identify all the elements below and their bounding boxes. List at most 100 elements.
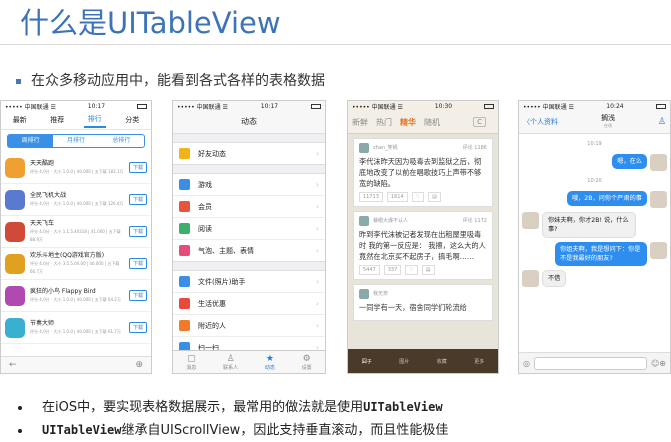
- message-bubble: 你姐夫啊，我是想问下：你是不是我最好的朋友?: [555, 242, 647, 266]
- download-button[interactable]: 下载: [128, 226, 147, 237]
- list-item[interactable]: 欢乐斗地主(QQ游戏官方版) 评分 4.0分 · 大小 3.5.5.00.00 |…: [1, 248, 151, 280]
- download-button[interactable]: 下载: [128, 162, 147, 173]
- refresh-icon[interactable]: C: [473, 117, 486, 127]
- slide-title: 什么是UITableView: [20, 6, 281, 40]
- thumbs-up-button[interactable]: 5447: [359, 265, 380, 275]
- add-icon[interactable]: ⊕: [659, 359, 666, 368]
- app-info: 欢乐斗地主(QQ游戏官方版) 评分 4.0分 · 大小 3.5.5.00.00 |…: [30, 252, 129, 276]
- message-list: 10:19 嗯，在么 10:20 哦，2B，问你个严肃的事 你妹夫啊，你才2B! 说，什…: [519, 141, 670, 287]
- emoji-icon[interactable]: ☺: [651, 359, 659, 368]
- list-item[interactable]: 节奏大师 评分 4.0分 · 大小 1.0.0 | 40.000 | 五下载 61…: [1, 312, 151, 344]
- table-row[interactable]: 好友动态 ›: [173, 143, 325, 164]
- tab-hot[interactable]: 热门: [376, 117, 392, 128]
- app-meta: 评分 4.0分 · 大小 1.1.5.40318 | 41.000 | 五下载 …: [30, 228, 121, 242]
- carrier-text: ••••• 中国联通 ☰: [177, 103, 228, 111]
- tab-messages[interactable]: ▢ 消息: [186, 354, 196, 371]
- message-row: 不借: [522, 270, 667, 287]
- segment-total[interactable]: 总排行: [99, 135, 144, 147]
- table-row[interactable]: 游戏 ›: [173, 174, 325, 196]
- tab-latest[interactable]: 最新: [9, 113, 31, 127]
- app-name: 欢乐斗地主(QQ游戏官方版): [30, 251, 105, 259]
- tab-random[interactable]: 随机: [424, 117, 440, 128]
- feed-card[interactable]: 暴眼大爆不认人 评论 1172 昨到李代沫被记者发现在出租屋里吸毒时 我的第一反应是…: [353, 211, 493, 280]
- comment-icon[interactable]: ▤: [421, 265, 435, 275]
- thumbs-down-button[interactable]: 337: [383, 265, 402, 275]
- tab-featured[interactable]: 精华: [400, 117, 416, 128]
- tab-favorites[interactable]: 收藏: [437, 358, 447, 365]
- list-item[interactable]: 天天飞车 评分 4.0分 · 大小 1.1.5.40318 | 41.000 | …: [1, 216, 151, 248]
- tab-label: 设置: [301, 364, 312, 371]
- download-circle-icon[interactable]: ⊕: [135, 360, 143, 370]
- table-section-1: 好友动态 ›: [173, 142, 325, 165]
- list-item[interactable]: 全民飞机大战 评分 4.0分 · 大小 1.0.0 | 40.000 | 五下载 …: [1, 184, 151, 216]
- feed-card[interactable]: 我无奈 一同学有一天，宿舍同学们轮流给: [353, 284, 493, 321]
- app-name: 节奏大师: [30, 319, 55, 327]
- tab-settings[interactable]: ⚙ 设置: [302, 354, 312, 371]
- card-user: 我无奈: [373, 291, 389, 297]
- timestamp: 10:19: [587, 141, 602, 147]
- table-row[interactable]: 文件(照片)助手 ›: [173, 271, 325, 293]
- list-item[interactable]: 天天酷跑 评分 4.0分 · 大小 1.0.0 | 40.000 | 五下载 18…: [1, 152, 151, 184]
- card-actions: 5447 337 ♡ ▤: [359, 265, 487, 275]
- table-row[interactable]: 附近的人 ›: [173, 315, 325, 337]
- download-button[interactable]: 下载: [128, 194, 147, 205]
- back-arrow-icon[interactable]: ←: [9, 360, 17, 370]
- comment-icon[interactable]: ▤: [428, 192, 441, 202]
- message-row: 你妹夫啊，你才2B! 说，什么事?: [522, 212, 667, 238]
- status-bar: ••••• 中国联通 ☰ 10:24: [519, 101, 670, 111]
- chevron-right-icon: ›: [315, 202, 319, 211]
- segment-weekly[interactable]: 周排行: [8, 135, 54, 147]
- app-meta: 评分 4.0分 · 大小 1.0.0 | 40.000 | 五下载 120.4万: [30, 200, 124, 206]
- table-row[interactable]: 生活优惠 ›: [173, 293, 325, 315]
- message-input[interactable]: [533, 356, 647, 370]
- tab-more[interactable]: 更多: [474, 358, 484, 365]
- card-header: zhan_笑锅 评论 1186: [359, 143, 487, 153]
- card-user: 暴眼大爆不认人: [373, 218, 409, 224]
- table-row[interactable]: 阅读 ›: [173, 218, 325, 240]
- download-button[interactable]: 下载: [128, 258, 147, 269]
- message-row: 嗯，在么: [522, 154, 667, 171]
- favorite-icon[interactable]: ♡: [411, 192, 425, 202]
- message-bubble: 不借: [542, 270, 567, 287]
- tab-bar: ▢ 消息 ♙ 联系人 ★ 动态 ⚙ 设置: [173, 350, 325, 373]
- download-button[interactable]: 下载: [128, 322, 147, 333]
- thumbs-down-button[interactable]: 1614: [386, 192, 408, 202]
- bullet-dot: [18, 405, 22, 410]
- tab-pictures[interactable]: 图片: [399, 358, 409, 365]
- app-icon: [5, 221, 25, 242]
- back-button[interactable]: 〈个人资料: [523, 117, 558, 127]
- tab-dynamic[interactable]: ★ 动态: [265, 354, 275, 371]
- table-row[interactable]: 气泡、主题、表情 ›: [173, 240, 325, 261]
- app-name: 疯狂的小鸟 Flappy Bird: [30, 287, 96, 295]
- tab-recommend[interactable]: 推荐: [46, 113, 68, 127]
- feed-card[interactable]: zhan_笑锅 评论 1186 李代沫昨天因为吸毒去到监狱之后，彻底地改变了以前在唱…: [353, 138, 493, 207]
- chevron-right-icon: ›: [315, 246, 319, 255]
- thumbs-up-button[interactable]: 11713: [359, 192, 383, 202]
- status-bar: ••••• 中国联通 ☰ 10:17: [173, 101, 325, 111]
- cell-icon: [179, 298, 190, 309]
- profile-icon[interactable]: ♙: [658, 117, 666, 127]
- tab-fresh[interactable]: 新鲜: [352, 117, 368, 128]
- tab-jokes[interactable]: 囧子: [362, 358, 372, 365]
- avatar: [650, 191, 667, 208]
- avatar: [522, 270, 539, 287]
- tab-ranking[interactable]: 排行: [83, 112, 106, 128]
- status-bar: ••••• 中国联通 ☰ 10:17: [1, 101, 151, 111]
- voice-icon[interactable]: ◎: [523, 359, 530, 368]
- card-user: zhan_笑锅: [373, 145, 398, 151]
- favorite-icon[interactable]: ♡: [405, 265, 418, 275]
- segment-monthly[interactable]: 月排行: [53, 135, 98, 147]
- battery-icon: [484, 103, 494, 109]
- nav-title: 动态: [173, 111, 325, 134]
- battery-icon: [137, 103, 147, 109]
- table-row[interactable]: 会员 ›: [173, 196, 325, 218]
- download-button[interactable]: 下载: [128, 290, 147, 301]
- list-item[interactable]: 疯狂的小鸟 Flappy Bird 评分 4.0分 · 大小 1.0.0 | 40…: [1, 280, 151, 312]
- carrier-text: ••••• 中国联通 ☰: [5, 103, 56, 111]
- cell-label: 游戏: [198, 180, 212, 189]
- bullet-text: 继承自UIScrollView，因此支持垂直滚动，而且性能极佳: [121, 423, 449, 438]
- avatar: [650, 242, 667, 259]
- tab-category[interactable]: 分类: [121, 113, 143, 127]
- phone-screenshot-chat: ••••• 中国联通 ☰ 10:24 〈个人资料 搁浅 在线 ♙ 10:19 嗯，在…: [518, 100, 671, 374]
- tab-contacts[interactable]: ♙ 联系人: [223, 354, 238, 371]
